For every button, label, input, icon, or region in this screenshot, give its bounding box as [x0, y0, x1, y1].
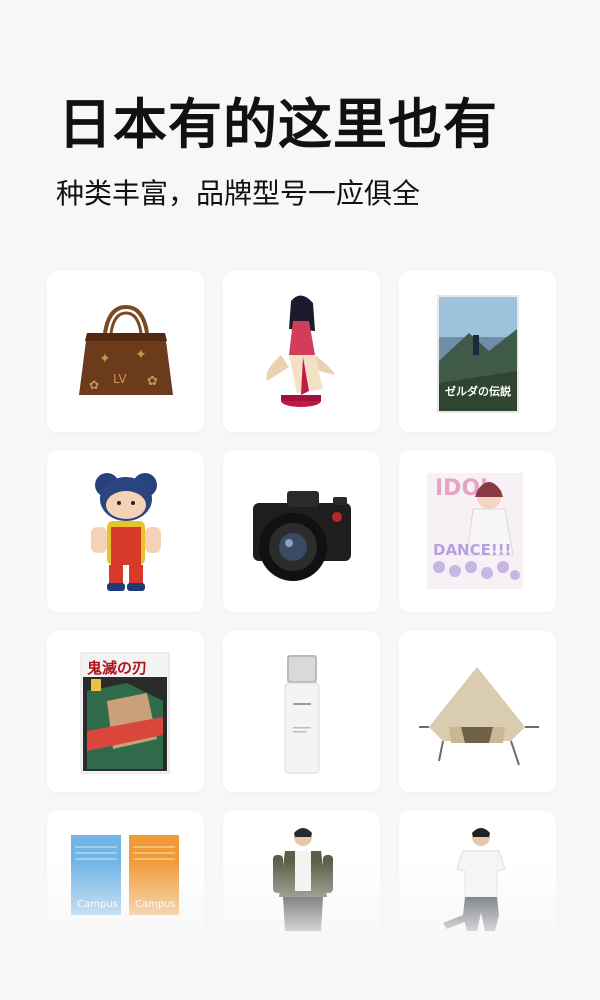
- product-card-magazine[interactable]: IDOL DANCE!!!: [399, 451, 556, 612]
- svg-text:✿: ✿: [147, 374, 158, 389]
- notebook-label-blue: Campus: [77, 899, 118, 910]
- svg-text:✦: ✦: [99, 351, 111, 367]
- fashion-model-tshirt-icon: [443, 828, 506, 931]
- product-card-handbag[interactable]: ✦ ✦ LV ✿ ✿: [47, 271, 204, 432]
- product-card-bear[interactable]: [47, 451, 204, 612]
- product-card-fashion-tshirt[interactable]: [399, 811, 556, 972]
- camera-icon: [253, 491, 351, 581]
- page-subtitle: 种类丰富，品牌型号一应俱全: [56, 177, 421, 210]
- game-cover-title: ゼルダの伝説: [445, 384, 511, 398]
- product-card-tent[interactable]: [399, 631, 556, 792]
- handbag-icon: ✦ ✦ LV ✿ ✿: [79, 304, 173, 395]
- product-card-fashion-jacket[interactable]: [223, 811, 380, 972]
- product-card-notebooks[interactable]: Campus Campus: [47, 811, 204, 972]
- svg-text:LV: LV: [113, 372, 127, 386]
- svg-text:✿: ✿: [89, 378, 99, 392]
- product-card-manga[interactable]: 鬼滅の刃: [47, 631, 204, 792]
- skincare-bottle-icon: [284, 655, 320, 774]
- product-card-figure[interactable]: [223, 271, 380, 432]
- tent-icon: [419, 667, 539, 766]
- bear-figure-icon: [91, 473, 161, 591]
- notebooks-icon: Campus Campus: [71, 835, 179, 915]
- page-title: 日本有的这里也有: [58, 93, 498, 156]
- product-card-camera[interactable]: [223, 451, 380, 612]
- product-card-game[interactable]: ゼルダの伝説: [399, 271, 556, 432]
- svg-text:✦: ✦: [135, 347, 147, 363]
- game-cover-icon: ゼルダの伝説: [437, 295, 519, 413]
- manga-title: 鬼滅の刃: [87, 659, 147, 677]
- notebook-label-orange: Campus: [135, 899, 176, 910]
- product-card-skincare[interactable]: [223, 631, 380, 792]
- fashion-model-jacket-icon: [273, 828, 333, 931]
- anime-figure-icon: [266, 295, 335, 407]
- magazine-subtitle: DANCE!!!: [433, 541, 511, 559]
- manga-cover-icon: 鬼滅の刃: [80, 652, 170, 774]
- magazine-icon: IDOL DANCE!!!: [427, 473, 523, 589]
